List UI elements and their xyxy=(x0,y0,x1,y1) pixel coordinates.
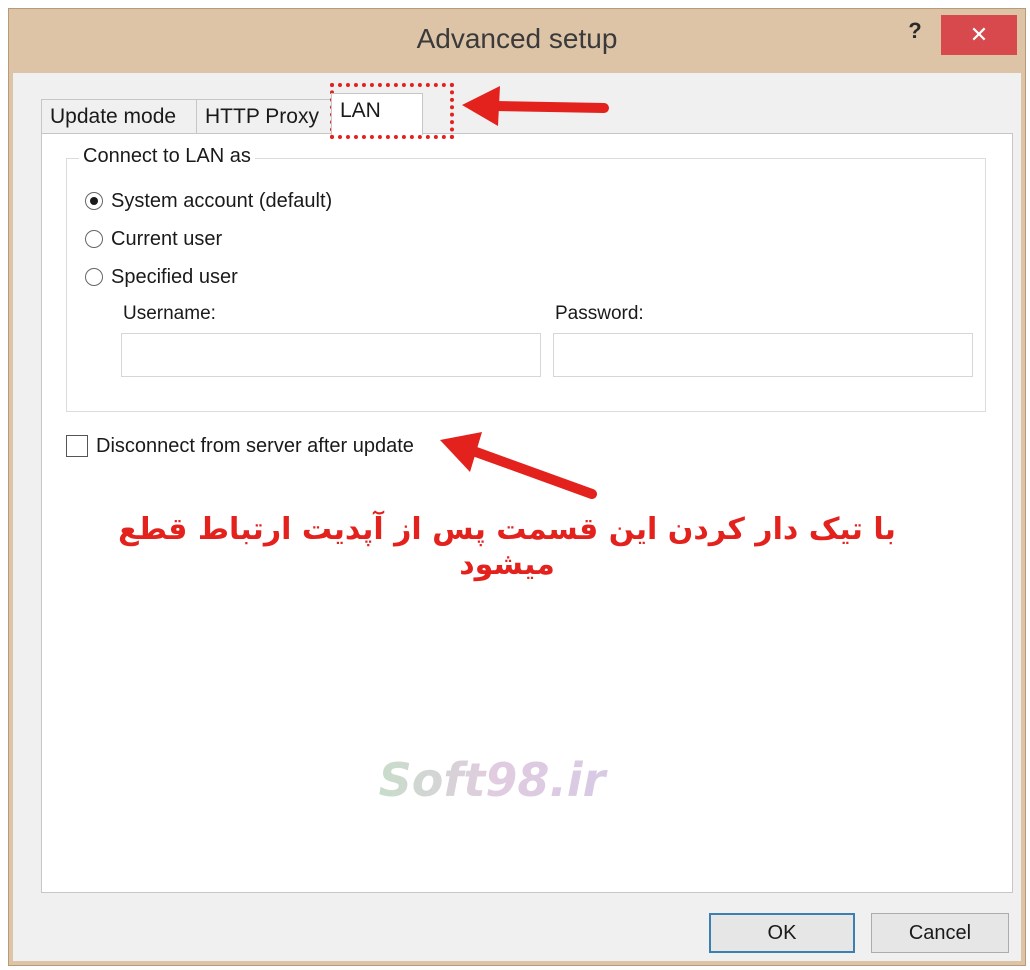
group-title: Connect to LAN as xyxy=(79,145,255,168)
lan-tab-panel: Connect to LAN as System account (defaul… xyxy=(41,133,1013,893)
radio-specified-user[interactable]: Specified user xyxy=(85,263,238,291)
title-bar[interactable]: Advanced setup ? ✕ xyxy=(9,9,1025,73)
watermark-text: Soft98.ir xyxy=(379,753,609,807)
dialog-content: Update mode HTTP Proxy LAN Connect to LA… xyxy=(13,73,1021,961)
radio-label: System account (default) xyxy=(111,189,333,212)
radio-button[interactable] xyxy=(85,230,103,248)
close-icon: ✕ xyxy=(969,22,989,47)
window-title: Advanced setup xyxy=(416,23,618,54)
username-label: Username: xyxy=(123,303,216,324)
tab-http-proxy[interactable]: HTTP Proxy xyxy=(196,99,332,133)
radio-system-account[interactable]: System account (default) xyxy=(85,187,332,215)
radio-button-selected[interactable] xyxy=(85,192,103,210)
cancel-button[interactable]: Cancel xyxy=(871,913,1009,953)
help-button[interactable]: ? xyxy=(899,15,931,47)
disconnect-after-update-option[interactable]: Disconnect from server after update xyxy=(66,432,414,460)
connect-to-lan-groupbox: Connect to LAN as System account (defaul… xyxy=(66,145,986,412)
password-label: Password: xyxy=(555,303,644,324)
disconnect-label: Disconnect from server after update xyxy=(96,434,414,457)
watermark-logo: Soft98.ir xyxy=(379,753,609,807)
radio-current-user[interactable]: Current user xyxy=(85,225,222,253)
username-field[interactable] xyxy=(121,333,541,377)
radio-label: Current user xyxy=(111,227,223,250)
tab-lan[interactable]: LAN xyxy=(331,93,423,135)
advanced-setup-window: Advanced setup ? ✕ Update mode HTTP Prox… xyxy=(8,8,1026,966)
radio-button[interactable] xyxy=(85,268,103,286)
tab-update-mode[interactable]: Update mode xyxy=(41,99,197,133)
disconnect-checkbox[interactable] xyxy=(66,435,88,457)
close-button[interactable]: ✕ xyxy=(941,15,1017,55)
password-field[interactable] xyxy=(553,333,973,377)
annotation-text: با تیک دار کردن این قسمت پس از آپدیت ارت… xyxy=(118,512,896,582)
ok-button[interactable]: OK xyxy=(709,913,855,953)
radio-label: Specified user xyxy=(111,265,238,288)
